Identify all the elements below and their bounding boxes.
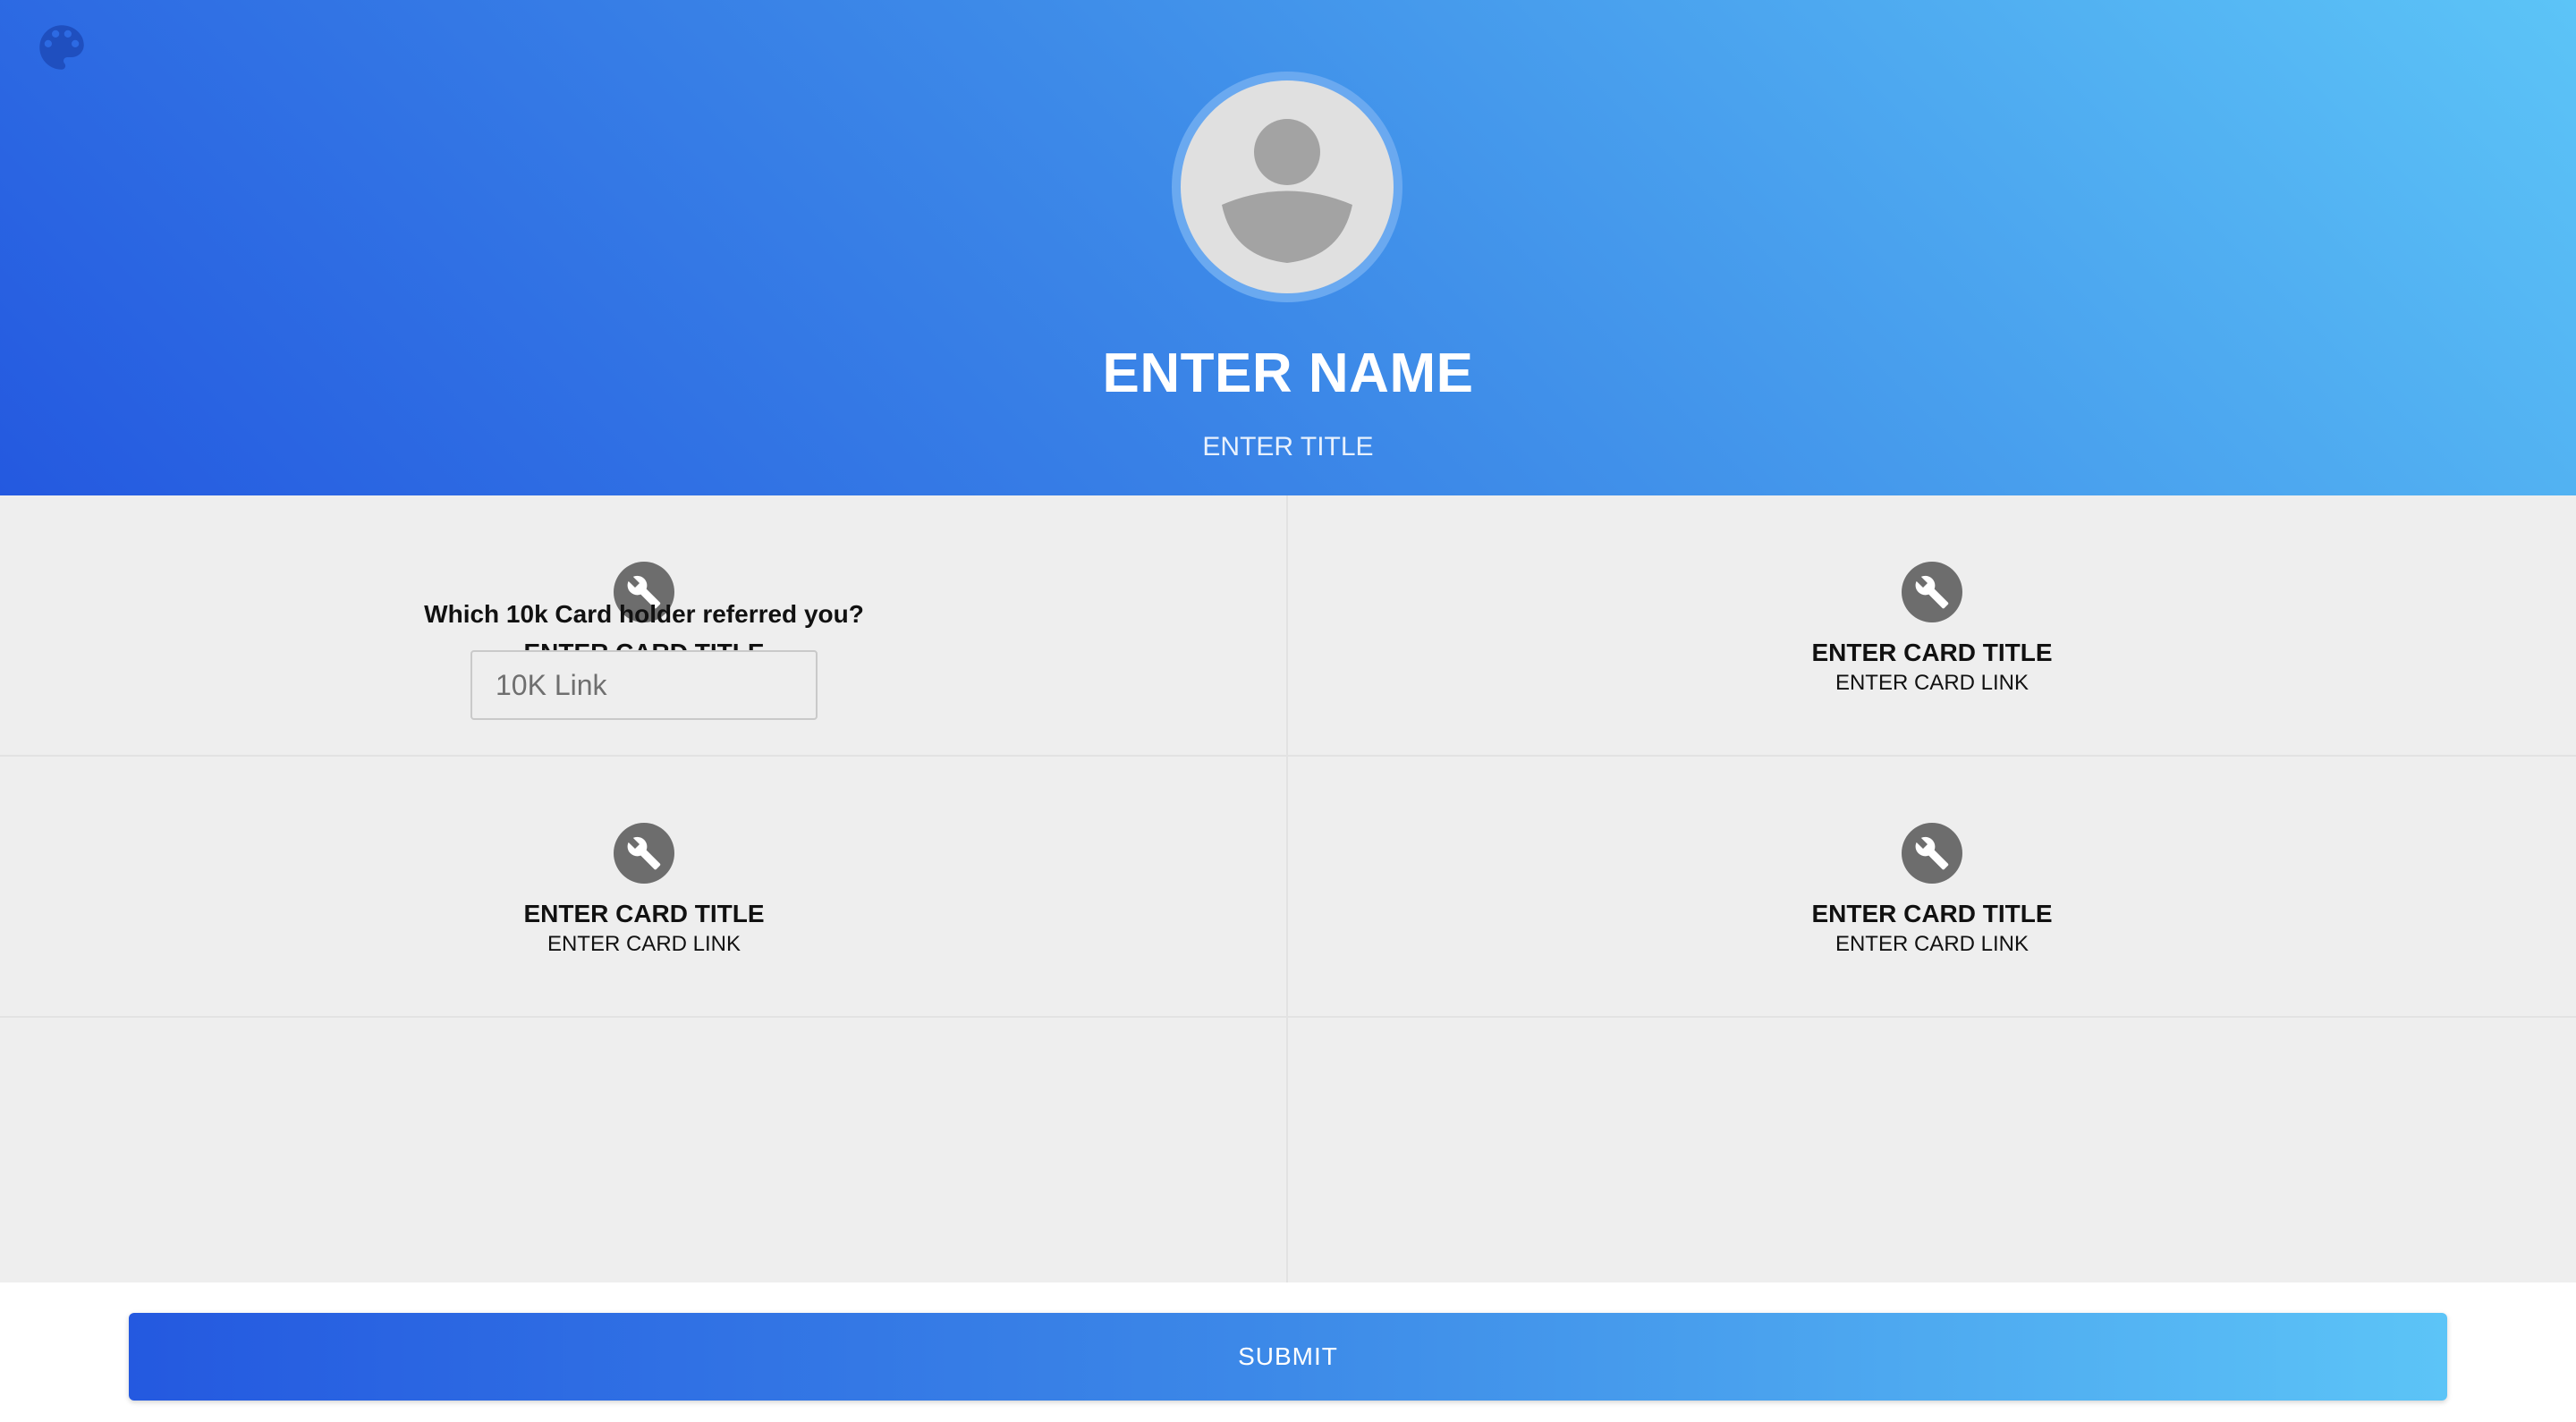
card[interactable]: ENTER CARD TITLE ENTER CARD LINK (1288, 495, 2576, 757)
avatar[interactable] (1172, 72, 1402, 302)
wrench-icon (1902, 562, 1962, 622)
card-title: ENTER CARD TITLE (1811, 639, 2053, 666)
card-link[interactable]: ENTER CARD LINK (1288, 930, 2576, 959)
submit-button[interactable]: SUBMIT (129, 1313, 2447, 1401)
wrench-icon (1902, 823, 1962, 884)
profile-header: ENTER NAME ENTER TITLE (0, 0, 2576, 495)
palette-icon[interactable] (32, 18, 91, 77)
card[interactable]: ENTER CARD TITLE ENTER CARD LINK (1288, 757, 2576, 1018)
wrench-icon (614, 823, 674, 884)
card-link[interactable]: ENTER CARD LINK (0, 930, 1288, 959)
referral-section (0, 1018, 1288, 1282)
card-title: ENTER CARD TITLE (523, 900, 765, 927)
referral-label: Which 10k Card holder referred you? (424, 600, 864, 628)
empty-cell (1288, 1018, 2576, 1282)
person-placeholder-icon (1181, 80, 1394, 293)
card-link[interactable]: ENTER CARD LINK (1288, 669, 2576, 698)
page: ENTER NAME ENTER TITLE ENTER CARD TITLE … (0, 0, 2576, 1422)
card[interactable]: ENTER CARD TITLE ENTER CARD LINK (0, 757, 1288, 1018)
referral-link-input[interactable] (470, 650, 818, 720)
profile-title[interactable]: ENTER TITLE (0, 429, 2576, 465)
card-title: ENTER CARD TITLE (1811, 900, 2053, 927)
profile-name[interactable]: ENTER NAME (0, 340, 2576, 408)
